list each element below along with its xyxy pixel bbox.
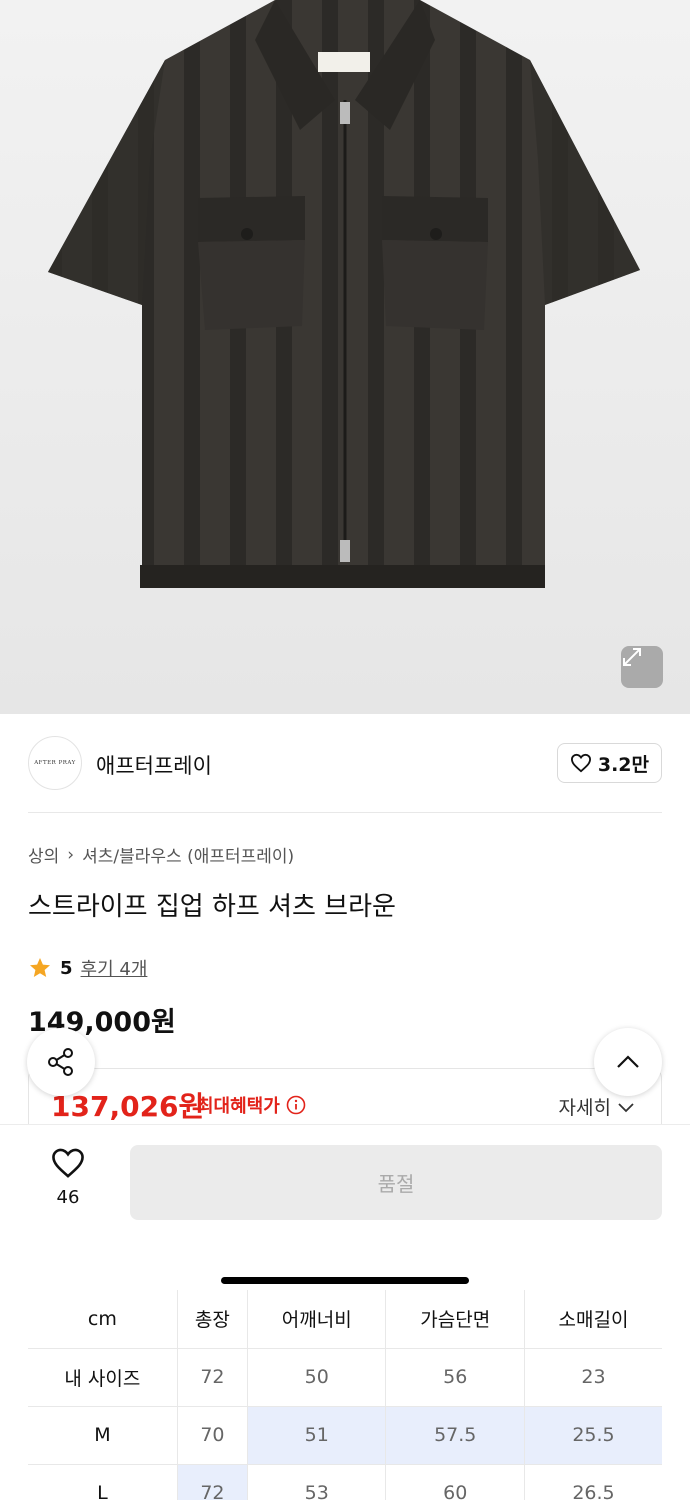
size-row-label: M: [28, 1406, 178, 1465]
size-cell: 72: [177, 1464, 249, 1500]
size-cell: 25.5: [524, 1406, 662, 1465]
divider: [28, 812, 662, 813]
size-cell: 70: [177, 1406, 249, 1465]
size-header-unit: cm: [28, 1290, 178, 1349]
size-table: cm 총장 어깨너비 가슴단면 소매길이 내 사이즈 72 50 56 23 M…: [28, 1290, 662, 1500]
breadcrumb-category[interactable]: 상의: [28, 842, 59, 867]
benefit-label-group: 최대혜택가: [197, 1092, 306, 1118]
table-row: L 72 53 60 26.5: [28, 1464, 662, 1500]
size-cell: 23: [524, 1348, 662, 1407]
share-button[interactable]: [27, 1028, 95, 1096]
size-header-shoulder: 어깨너비: [247, 1290, 387, 1349]
detail-toggle[interactable]: 자세히: [559, 1093, 635, 1120]
size-cell: 56: [385, 1348, 525, 1407]
shirt-illustration: [48, 0, 640, 588]
product-image[interactable]: [0, 0, 690, 714]
scroll-top-button[interactable]: [594, 1028, 662, 1096]
expand-arrows-icon: [623, 648, 641, 666]
home-indicator: [221, 1277, 469, 1284]
size-cell: 60: [385, 1464, 525, 1500]
wish-button[interactable]: 46: [40, 1147, 96, 1208]
size-table-header: cm 총장 어깨너비 가슴단면 소매길이: [28, 1290, 662, 1349]
brand-row[interactable]: AFTER PRAY 애프터프레이 3.2만: [28, 736, 662, 792]
size-header-sleeve: 소매길이: [524, 1290, 662, 1349]
brand-name[interactable]: 애프터프레이: [96, 750, 212, 780]
expand-image-button[interactable]: [621, 646, 663, 688]
product-title: 스트라이프 집업 하프 셔츠 브라운: [28, 892, 396, 922]
rating-score: 5: [60, 957, 73, 979]
chevron-up-icon: [617, 1055, 639, 1068]
rating: 5 후기 4개: [28, 955, 147, 981]
benefit-label: 최대혜택가: [197, 1096, 280, 1117]
benefit-price-box[interactable]: 137,026원 최대혜택가 자세히: [28, 1068, 662, 1124]
purchase-bar: 46 품절: [0, 1124, 690, 1242]
brand-logo[interactable]: AFTER PRAY: [28, 736, 82, 790]
size-cell: 26.5: [524, 1464, 662, 1500]
size-cell: 53: [247, 1464, 387, 1500]
size-header-chest: 가슴단면: [385, 1290, 525, 1349]
size-header-length: 총장: [177, 1290, 249, 1349]
table-row: 내 사이즈 72 50 56 23: [28, 1348, 662, 1407]
breadcrumb-subcategory[interactable]: 셔츠/블라우스 (애프터프레이): [82, 842, 294, 867]
reviews-link[interactable]: 후기 4개: [81, 955, 148, 981]
wish-count: 46: [56, 1187, 80, 1208]
table-row: M 70 51 57.5 25.5: [28, 1406, 662, 1465]
breadcrumb: 상의 › 셔츠/블라우스 (애프터프레이): [28, 842, 294, 868]
size-cell: 72: [177, 1348, 249, 1407]
brand-like-count: 3.2만: [597, 753, 649, 776]
size-cell: 57.5: [385, 1406, 525, 1465]
star-icon: [30, 958, 50, 977]
size-cell: 50: [247, 1348, 387, 1407]
size-row-label: 내 사이즈: [28, 1348, 178, 1407]
soldout-button[interactable]: 품절: [130, 1145, 662, 1220]
share-icon: [48, 1048, 73, 1076]
detail-label: 자세히: [558, 1097, 611, 1119]
brand-like-button[interactable]: 3.2만: [556, 743, 662, 783]
chevron-right-icon: ›: [67, 844, 75, 865]
heart-outline-icon: [52, 1148, 84, 1178]
chevron-down-icon: [618, 1102, 634, 1112]
size-cell: 51: [247, 1406, 387, 1465]
size-row-label: L: [28, 1464, 178, 1500]
heart-outline-icon: [570, 753, 591, 773]
info-circle-icon[interactable]: [286, 1095, 306, 1115]
